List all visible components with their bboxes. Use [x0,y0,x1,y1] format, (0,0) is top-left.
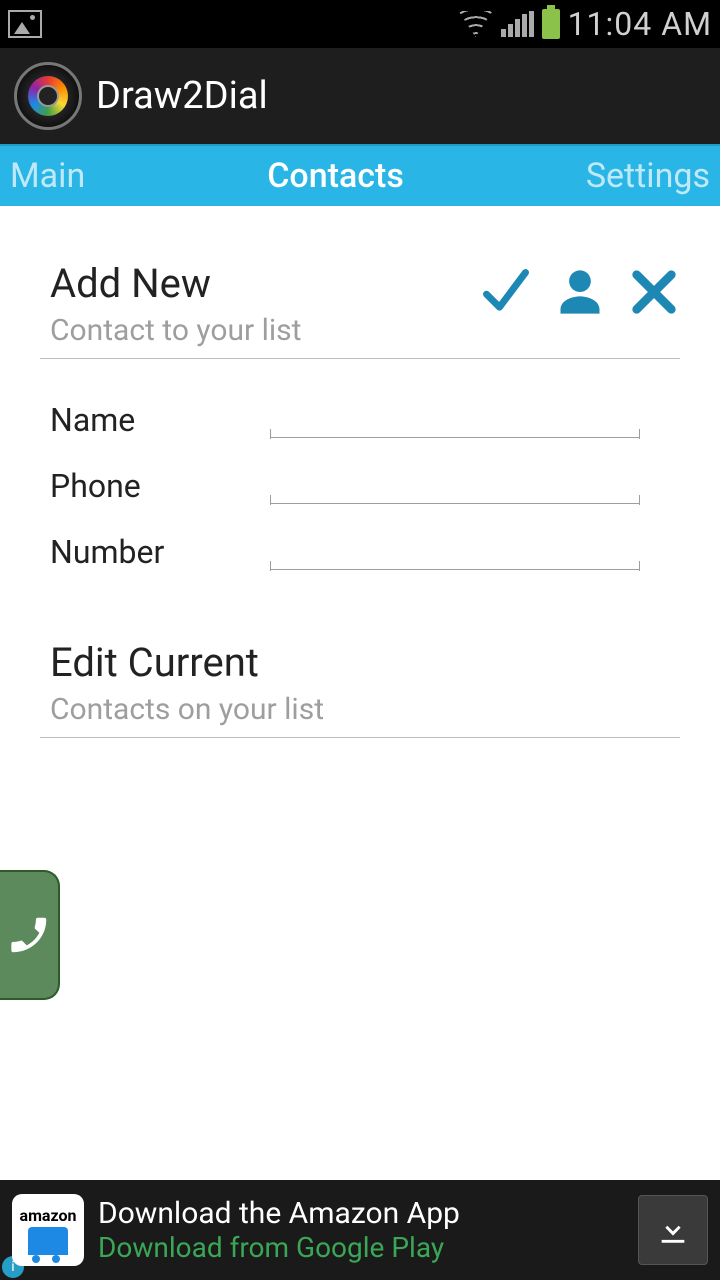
dialer-tab[interactable] [0,870,60,1000]
tab-settings[interactable]: Settings [580,156,716,196]
cart-icon [28,1227,68,1255]
battery-icon [542,9,560,39]
download-icon [656,1213,690,1247]
row-name: Name [40,379,680,445]
row-phone: Phone [40,445,680,511]
close-icon[interactable] [628,266,680,322]
input-number[interactable] [270,533,640,570]
label-phone: Phone [50,467,270,505]
download-button[interactable] [638,1195,708,1265]
tab-main[interactable]: Main [4,156,91,196]
status-bar: 11:04 AM [0,0,720,48]
app-icon [14,62,82,130]
status-time: 11:04 AM [568,5,712,43]
ad-banner[interactable]: i amazon Download the Amazon App Downloa… [0,1180,720,1280]
app-bar: Draw2Dial [0,48,720,144]
row-number: Number [40,511,680,577]
wifi-icon [459,11,493,37]
edit-current-title: Edit Current [50,639,324,686]
tab-bar: Main Contacts Settings [0,144,720,206]
phone-icon [6,895,52,975]
signal-icon [501,11,534,37]
app-title: Draw2Dial [96,74,268,118]
person-icon[interactable] [554,266,606,322]
edit-current-subtitle: Contacts on your list [50,692,324,727]
add-new-header: Add New Contact to your list [40,206,680,359]
add-new-subtitle: Contact to your list [50,313,301,348]
ad-title: Download the Amazon App [98,1196,624,1231]
input-phone[interactable] [270,467,640,504]
confirm-icon[interactable] [480,266,532,322]
gallery-icon [8,10,42,38]
tab-contacts[interactable]: Contacts [261,156,410,196]
content: Add New Contact to your list Name Phone … [0,206,720,738]
add-new-title: Add New [50,260,301,307]
input-name[interactable] [270,401,640,438]
ad-brand-label: amazon [20,1206,77,1225]
label-name: Name [50,401,270,439]
ad-subtitle: Download from Google Play [98,1231,624,1264]
edit-current-header: Edit Current Contacts on your list [40,577,680,738]
ad-app-icon: amazon [12,1194,84,1266]
label-number: Number [50,533,270,571]
